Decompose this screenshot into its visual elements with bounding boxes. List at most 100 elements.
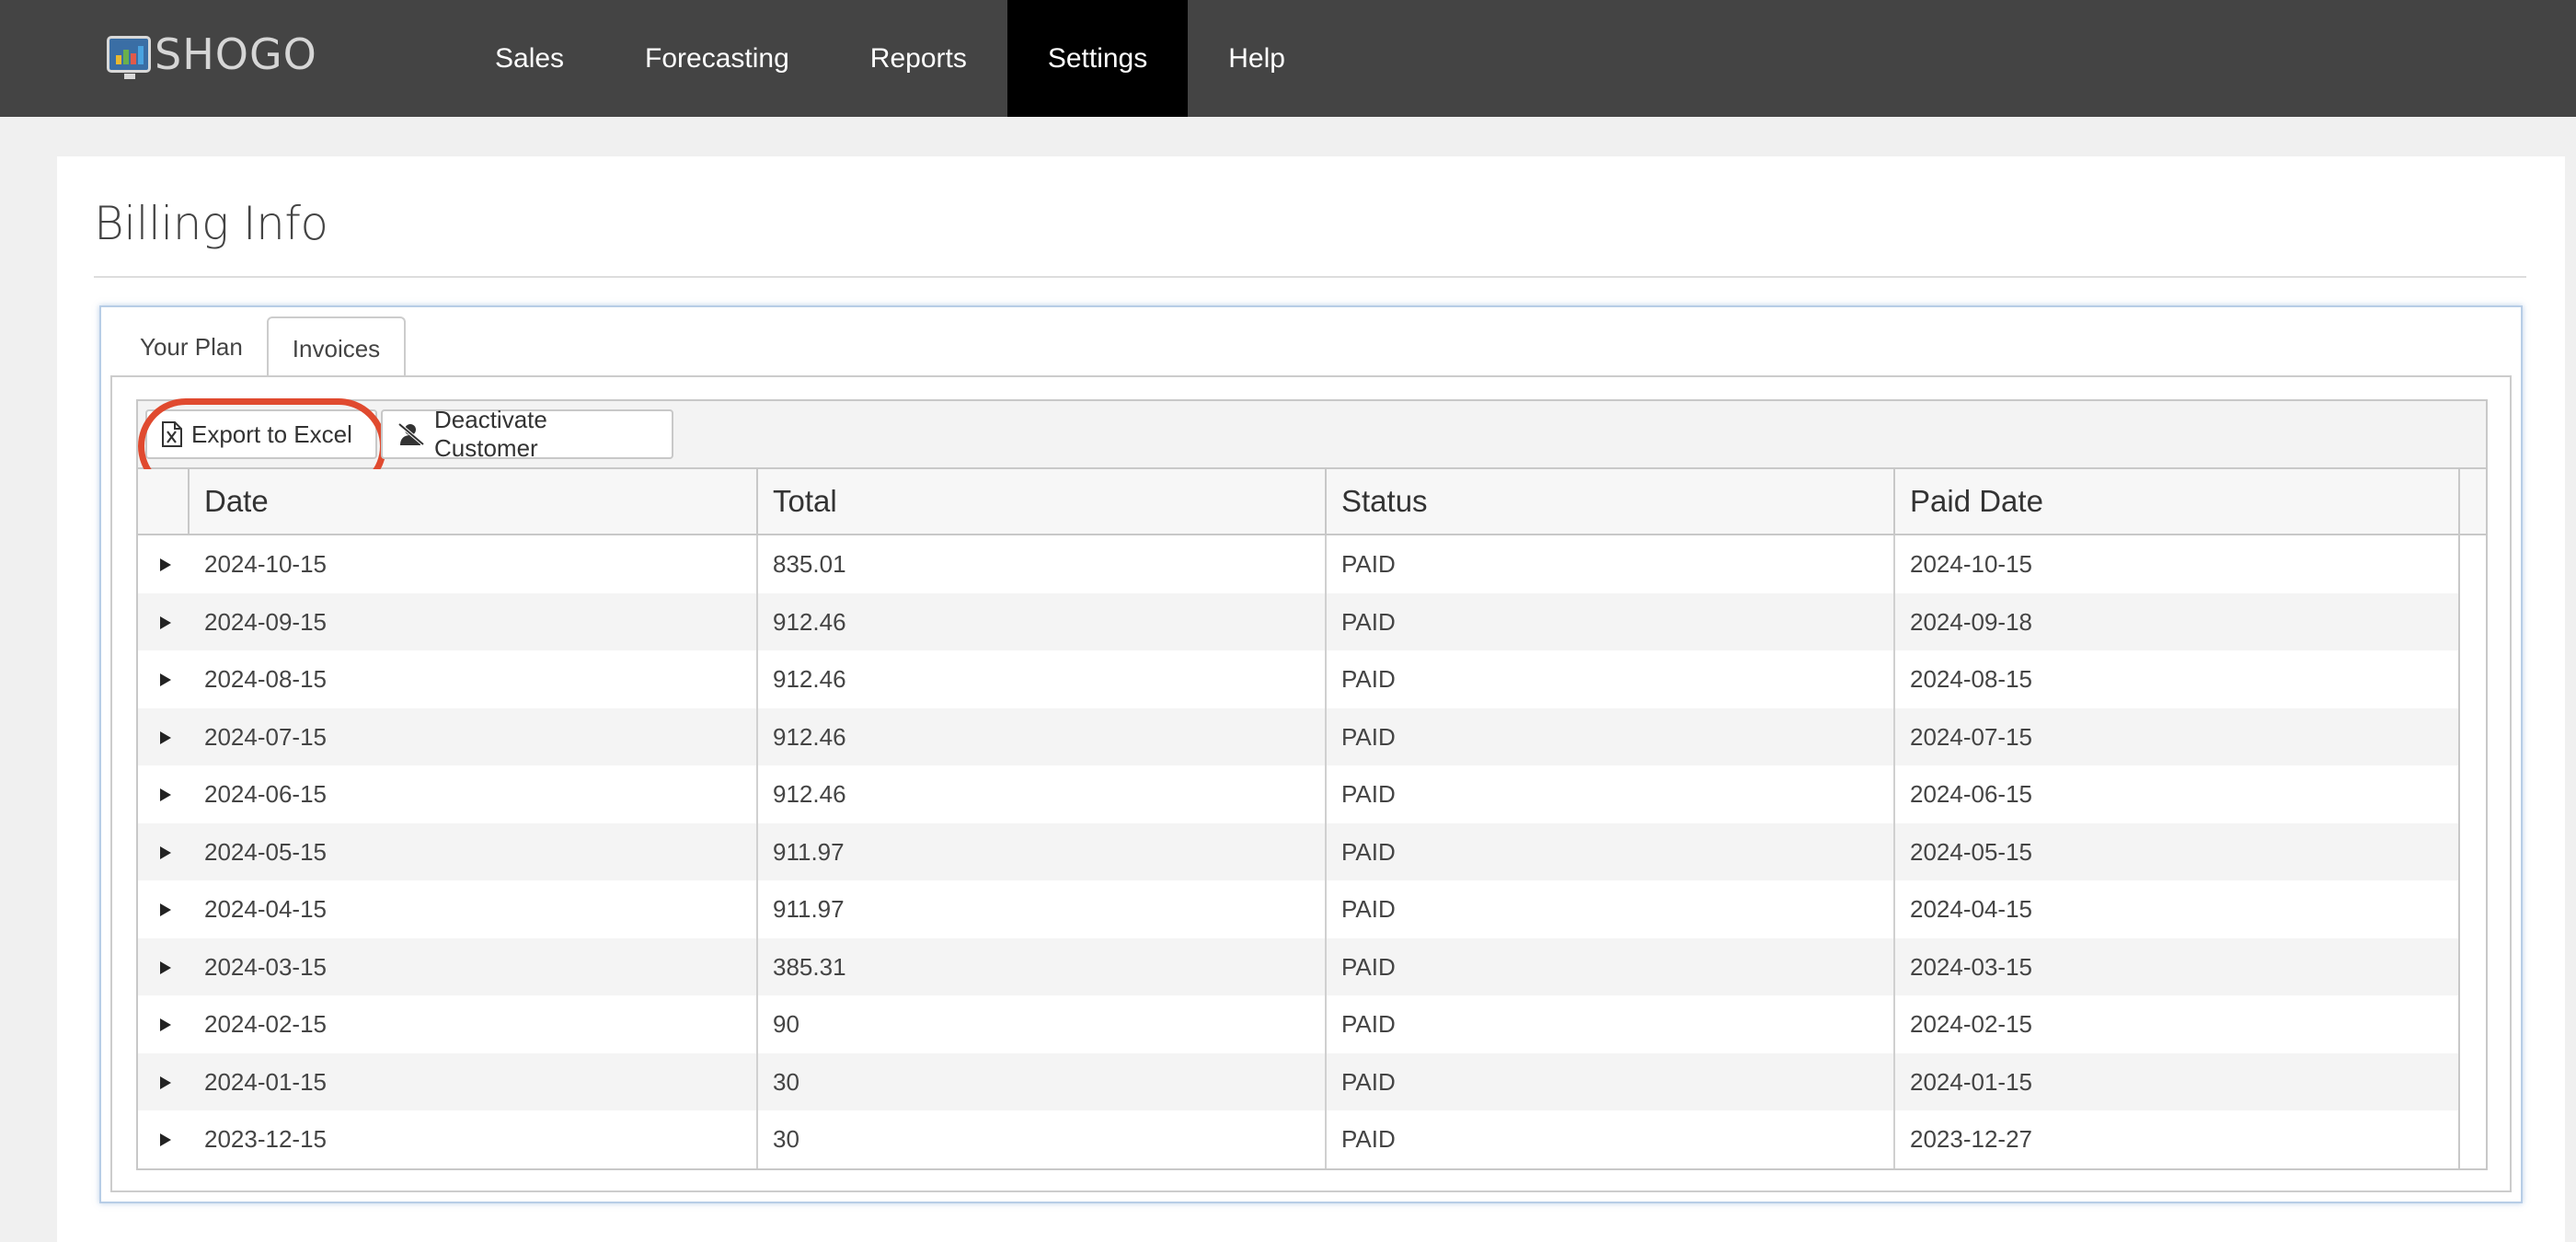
cell-paid-date: 2023-12-27 (1895, 1110, 2460, 1168)
cell-date: 2024-09-15 (190, 592, 758, 650)
cell-status: PAID (1327, 592, 1895, 650)
cell-date: 2024-04-15 (190, 880, 758, 938)
cell-paid-date: 2024-06-15 (1895, 765, 2460, 823)
excel-file-icon (162, 421, 182, 447)
row-expand-cell (138, 708, 190, 766)
row-expand-cell (138, 650, 190, 708)
column-header-date[interactable]: Date (190, 469, 758, 534)
table-row[interactable]: 2024-08-15 912.46 PAID 2024-08-15 (138, 650, 2460, 708)
cell-total: 385.31 (758, 937, 1327, 995)
expand-row-icon[interactable] (160, 673, 171, 686)
grid-toolbar: Export to Excel Deactivate Customer (138, 398, 2486, 494)
row-expand-cell (138, 535, 190, 593)
billing-panel: Billing Info Your Plan Invoices Export t… (57, 156, 2565, 1242)
expand-row-icon[interactable] (160, 615, 171, 629)
cell-status: PAID (1327, 707, 1895, 765)
cell-paid-date: 2024-03-15 (1895, 937, 2460, 995)
cell-date: 2024-07-15 (190, 707, 758, 765)
invoices-grid: Export to Excel Deactivate Customer Date… (136, 398, 2488, 1170)
nav-sales[interactable]: Sales (454, 0, 604, 117)
row-expand-cell (138, 1110, 190, 1168)
top-navbar: SHOGO Sales Forecasting Reports Settings… (0, 0, 2576, 117)
tab-your-plan[interactable]: Your Plan (116, 316, 267, 377)
expand-row-icon[interactable] (160, 845, 171, 859)
cell-status: PAID (1327, 1110, 1895, 1168)
cell-paid-date: 2024-10-15 (1895, 535, 2460, 593)
invoices-tab-content: Export to Excel Deactivate Customer Date… (110, 375, 2512, 1192)
cell-total: 911.97 (758, 880, 1327, 938)
expand-row-icon[interactable] (160, 903, 171, 916)
row-expand-cell (138, 593, 190, 651)
expand-row-icon[interactable] (160, 1075, 171, 1089)
table-row[interactable]: 2024-06-15 912.46 PAID 2024-06-15 (138, 765, 2460, 823)
cell-status: PAID (1327, 937, 1895, 995)
cell-paid-date: 2024-08-15 (1895, 650, 2460, 708)
cell-date: 2024-05-15 (190, 822, 758, 880)
cell-total: 911.97 (758, 822, 1327, 880)
grid-header: Date Total Status Paid Date (138, 469, 2486, 535)
cell-date: 2024-06-15 (190, 765, 758, 823)
row-expand-cell (138, 1053, 190, 1111)
title-divider (94, 276, 2526, 278)
brand-name: SHOGO (155, 29, 317, 79)
table-row[interactable]: 2024-05-15 911.97 PAID 2024-05-15 (138, 822, 2460, 881)
nav-reports[interactable]: Reports (830, 0, 1007, 117)
cell-total: 30 (758, 1052, 1327, 1110)
expand-row-icon[interactable] (160, 788, 171, 801)
cell-paid-date: 2024-07-15 (1895, 707, 2460, 765)
tab-invoices[interactable]: Invoices (266, 316, 407, 377)
cell-status: PAID (1327, 650, 1895, 708)
cell-total: 912.46 (758, 592, 1327, 650)
table-row[interactable]: 2024-04-15 911.97 PAID 2024-04-15 (138, 880, 2460, 938)
row-expand-cell (138, 938, 190, 996)
nav-help[interactable]: Help (1188, 0, 1326, 117)
cell-status: PAID (1327, 535, 1895, 593)
deactivate-customer-button[interactable]: Deactivate Customer (381, 406, 673, 462)
table-row[interactable]: 2024-09-15 912.46 PAID 2024-09-18 (138, 592, 2460, 651)
deactivate-customer-label: Deactivate Customer (434, 406, 547, 462)
cell-total: 912.46 (758, 650, 1327, 708)
expand-row-icon[interactable] (160, 1018, 171, 1031)
export-to-excel-button[interactable]: Export to Excel (138, 398, 386, 494)
cell-status: PAID (1327, 1052, 1895, 1110)
cell-total: 912.46 (758, 707, 1327, 765)
row-expand-cell (138, 823, 190, 881)
user-remove-icon (397, 422, 425, 446)
cell-date: 2024-10-15 (190, 535, 758, 593)
brand-logo[interactable]: SHOGO (107, 29, 317, 79)
cell-status: PAID (1327, 880, 1895, 938)
nav-forecasting[interactable]: Forecasting (604, 0, 830, 117)
cell-total: 30 (758, 1110, 1327, 1168)
expander-column-header (138, 469, 190, 534)
cell-date: 2024-08-15 (190, 650, 758, 708)
billing-tabs-container: Your Plan Invoices Export to Excel Deact… (99, 305, 2523, 1203)
tab-strip: Your Plan Invoices (116, 316, 407, 377)
expand-row-icon[interactable] (160, 960, 171, 974)
column-header-status[interactable]: Status (1327, 469, 1895, 534)
cell-paid-date: 2024-09-18 (1895, 592, 2460, 650)
column-header-paid-date[interactable]: Paid Date (1895, 469, 2460, 534)
nav-settings[interactable]: Settings (1006, 0, 1189, 117)
table-row[interactable]: 2023-12-15 30 PAID 2023-12-27 (138, 1110, 2460, 1168)
cell-status: PAID (1327, 995, 1895, 1053)
cell-paid-date: 2024-04-15 (1895, 880, 2460, 938)
cell-paid-date: 2024-05-15 (1895, 822, 2460, 880)
cell-paid-date: 2024-01-15 (1895, 1052, 2460, 1110)
column-header-total[interactable]: Total (758, 469, 1327, 534)
expand-row-icon[interactable] (160, 1133, 171, 1146)
row-expand-cell (138, 995, 190, 1053)
cell-paid-date: 2024-02-15 (1895, 995, 2460, 1053)
table-row[interactable]: 2024-07-15 912.46 PAID 2024-07-15 (138, 707, 2460, 766)
cell-total: 912.46 (758, 765, 1327, 823)
vertical-scrollbar[interactable] (2458, 535, 2486, 1168)
table-row[interactable]: 2024-01-15 30 PAID 2024-01-15 (138, 1052, 2460, 1111)
cell-total: 835.01 (758, 535, 1327, 593)
table-row[interactable]: 2024-02-15 90 PAID 2024-02-15 (138, 995, 2460, 1053)
expand-row-icon[interactable] (160, 558, 171, 571)
export-to-excel-label: Export to Excel (191, 420, 352, 448)
expand-row-icon[interactable] (160, 730, 171, 744)
row-expand-cell (138, 765, 190, 823)
page-title: Billing Info (94, 197, 328, 250)
table-row[interactable]: 2024-10-15 835.01 PAID 2024-10-15 (138, 535, 2460, 593)
table-row[interactable]: 2024-03-15 385.31 PAID 2024-03-15 (138, 937, 2460, 996)
